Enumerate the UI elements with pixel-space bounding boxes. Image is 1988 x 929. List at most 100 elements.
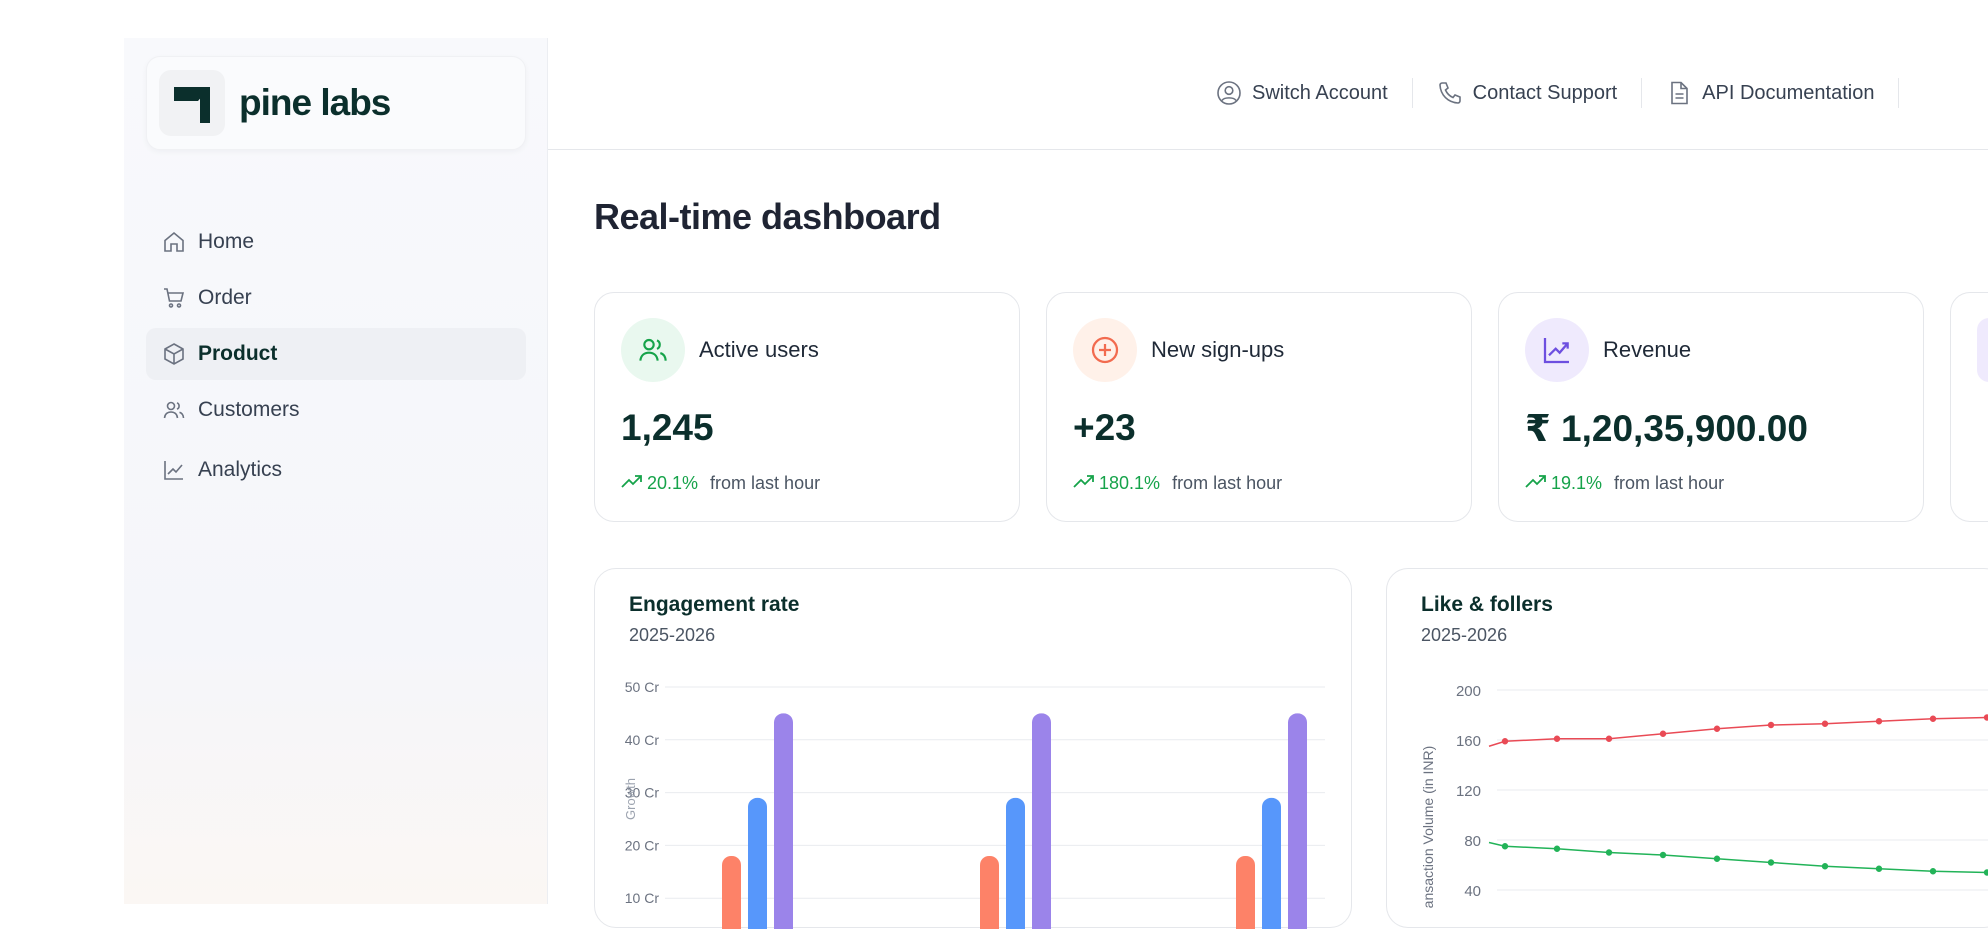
engagement-bar-chart: 50 Cr40 Cr30 Cr20 Cr10 CrGrowth <box>623 679 1325 929</box>
stat-change: 20.1% <box>647 473 699 493</box>
stat-label: Revenue <box>1603 337 1692 362</box>
bar <box>748 797 767 929</box>
bar <box>1006 797 1025 929</box>
stat-card-partial[interactable] <box>1950 292 1988 522</box>
api-documentation-link[interactable]: API Documentation <box>1666 80 1874 106</box>
data-point <box>1713 725 1721 732</box>
stat-trend: 180.1% from last hour <box>1073 473 1282 494</box>
stat-trend: 20.1% from last hour <box>621 473 820 494</box>
bar <box>1236 855 1255 929</box>
likes-line-chart: 200 160 120 80 40 ansaction Volume (in INR) <box>1420 683 1988 909</box>
api-documentation-label: API Documentation <box>1702 81 1875 104</box>
top-bar: Switch Account Contact Support API Docum… <box>548 38 1988 150</box>
y-axis-label: Growth <box>623 778 638 820</box>
stat-period: from last hour <box>1614 473 1725 493</box>
stat-trend: 19.1% from last hour <box>1525 473 1724 494</box>
document-icon <box>1666 80 1692 106</box>
data-point <box>1821 863 1829 870</box>
sidebar-item-analytics[interactable]: Analytics <box>146 444 526 496</box>
box-icon <box>162 342 186 366</box>
switch-account-label: Switch Account <box>1252 81 1388 104</box>
trend-up-icon <box>1073 473 1095 494</box>
y-tick-label: 120 <box>1456 783 1481 800</box>
data-point <box>1605 735 1613 742</box>
stat-period: from last hour <box>710 473 821 493</box>
users-icon <box>162 398 186 422</box>
y-tick-label: 40 <box>1464 883 1481 900</box>
stat-change: 180.1% <box>1099 473 1161 493</box>
stat-value: +23 <box>1073 407 1136 448</box>
sidebar-item-label: Order <box>198 286 252 309</box>
data-point <box>1767 859 1775 866</box>
data-point <box>1553 735 1561 742</box>
data-point <box>1659 730 1667 737</box>
stat-label: New sign-ups <box>1151 337 1285 362</box>
stat-label: Active users <box>699 337 819 362</box>
likes-followers-card: Like & follers 2025-2026 200 160 120 80 40 an… <box>1386 568 1988 928</box>
brand-name: pine labs <box>239 82 391 123</box>
bar <box>980 855 999 929</box>
data-point <box>1659 851 1667 859</box>
bar <box>1262 797 1281 929</box>
stat-icon-partial <box>1977 318 1988 382</box>
stat-card-revenue[interactable]: Revenue ₹ 1,20,35,900.00 19.1% from last… <box>1498 292 1924 522</box>
y-axis-label: ansaction Volume (in INR) <box>1420 746 1436 909</box>
divider <box>1411 78 1413 108</box>
bar <box>1032 713 1051 929</box>
plus-circle-icon <box>1073 318 1137 382</box>
stat-change: 19.1% <box>1551 473 1603 493</box>
data-point <box>1983 714 1988 721</box>
page-title: Real-time dashboard <box>594 196 941 237</box>
sidebar: pine labs Home Order Product Customers A… <box>124 38 548 904</box>
phone-icon <box>1437 80 1463 106</box>
divider <box>1641 78 1643 108</box>
bar <box>1288 713 1307 929</box>
bar <box>722 855 741 929</box>
data-point <box>1605 849 1613 856</box>
user-circle-icon <box>1216 80 1242 106</box>
stat-card-new-signups[interactable]: New sign-ups +23 180.1% from last hour <box>1046 292 1472 522</box>
sidebar-item-label: Home <box>198 230 255 253</box>
data-point <box>1713 855 1721 862</box>
stat-value: ₹ 1,20,35,900.00 <box>1525 408 1808 449</box>
data-point <box>1929 868 1937 875</box>
cart-icon <box>162 286 186 310</box>
data-point <box>1875 718 1883 725</box>
data-point <box>1767 721 1775 729</box>
switch-account-link[interactable]: Switch Account <box>1216 80 1388 106</box>
trend-up-icon <box>1525 473 1547 494</box>
sidebar-item-label: Product <box>198 342 278 365</box>
stat-value: 1,245 <box>621 407 714 448</box>
data-point <box>1553 845 1561 852</box>
divider <box>1898 78 1900 108</box>
trend-chart-icon <box>1525 318 1589 382</box>
y-tick-label: 20 Cr <box>625 837 660 853</box>
sidebar-nav: Home Order Product Customers Analytics <box>146 216 526 500</box>
brand-logo-card[interactable]: pine labs <box>146 56 526 150</box>
stat-card-active-users[interactable]: Active users 1,245 20.1% from last hour <box>594 292 1020 522</box>
contact-support-label: Contact Support <box>1472 81 1618 104</box>
sidebar-item-order[interactable]: Order <box>146 272 526 324</box>
series-line <box>1488 841 1988 874</box>
data-point <box>1875 865 1883 872</box>
y-tick-label: 160 <box>1456 733 1481 750</box>
chart-line-icon <box>162 458 186 482</box>
data-point <box>1929 715 1937 722</box>
engagement-rate-card: Engagement rate 2025-2026 50 Cr 40 Cr 30 C… <box>594 568 1352 929</box>
y-tick-label: 200 <box>1456 683 1481 700</box>
stat-period: from last hour <box>1172 473 1283 493</box>
y-tick-label: 40 Cr <box>625 732 660 748</box>
sidebar-item-label: Analytics <box>198 458 283 481</box>
users-icon <box>621 318 685 382</box>
data-point <box>1983 869 1988 876</box>
pine-labs-logo-icon <box>159 70 225 136</box>
sidebar-item-customers[interactable]: Customers <box>146 384 526 436</box>
data-point <box>1501 843 1509 850</box>
sidebar-item-product[interactable]: Product <box>146 328 526 380</box>
sidebar-item-home[interactable]: Home <box>146 216 526 268</box>
y-tick-label: 50 Cr <box>625 679 660 695</box>
contact-support-link[interactable]: Contact Support <box>1437 80 1618 106</box>
y-tick-label: 80 <box>1464 833 1481 850</box>
data-point <box>1821 720 1829 727</box>
top-links: Switch Account Contact Support API Docum… <box>1216 78 1923 108</box>
